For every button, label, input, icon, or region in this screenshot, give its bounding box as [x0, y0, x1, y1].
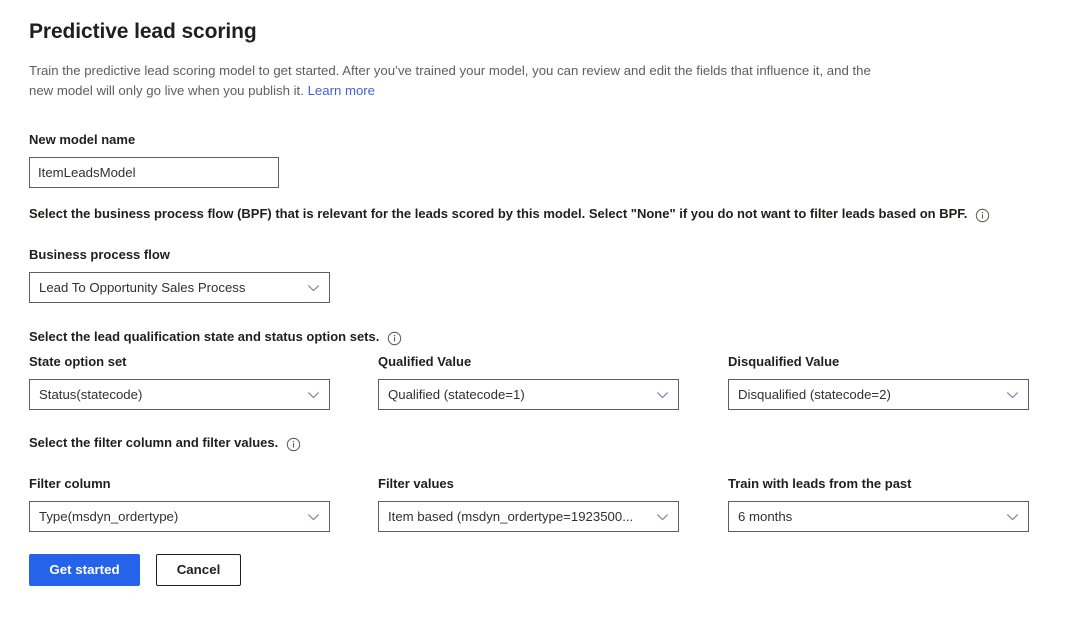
state-option-set-label: State option set — [29, 354, 127, 369]
info-icon[interactable] — [387, 331, 402, 346]
chevron-down-icon — [656, 388, 669, 401]
action-buttons: Get started Cancel — [29, 554, 241, 586]
business-process-flow-value: Lead To Opportunity Sales Process — [39, 280, 246, 295]
qualified-value-value: Qualified (statecode=1) — [388, 387, 525, 402]
business-process-flow-dropdown[interactable]: Lead To Opportunity Sales Process — [29, 272, 330, 303]
qualified-value-field-group: Qualified Value Qualified (statecode=1) — [378, 354, 679, 410]
disqualified-value-field-group: Disqualified Value Disqualified (stateco… — [728, 354, 1029, 410]
filter-values-label: Filter values — [378, 476, 454, 491]
qualification-note-text: Select the lead qualification state and … — [29, 329, 380, 344]
filter-note-text: Select the filter column and filter valu… — [29, 435, 279, 450]
model-name-label: New model name — [29, 132, 136, 147]
state-option-set-value: Status(statecode) — [39, 387, 143, 402]
page-description: Train the predictive lead scoring model … — [29, 61, 889, 101]
business-process-flow-field-group: Business process flow Lead To Opportunit… — [29, 247, 330, 303]
qualified-value-dropdown[interactable]: Qualified (statecode=1) — [378, 379, 679, 410]
train-window-dropdown[interactable]: 6 months — [728, 501, 1029, 532]
filter-values-value: Item based (msdyn_ordertype=1923500... — [388, 509, 634, 524]
chevron-down-icon — [307, 281, 320, 294]
page-title: Predictive lead scoring — [29, 20, 257, 43]
state-option-set-dropdown[interactable]: Status(statecode) — [29, 379, 330, 410]
chevron-down-icon — [1006, 510, 1019, 523]
state-option-set-field-group: State option set Status(statecode) — [29, 354, 330, 410]
qualification-section-note: Select the lead qualification state and … — [29, 328, 402, 346]
disqualified-value-value: Disqualified (statecode=2) — [738, 387, 891, 402]
train-window-field-group: Train with leads from the past 6 months — [728, 476, 1029, 532]
bpf-section-note: Select the business process flow (BPF) t… — [29, 205, 1039, 223]
model-name-input[interactable] — [29, 157, 279, 188]
chevron-down-icon — [307, 510, 320, 523]
learn-more-link[interactable]: Learn more — [308, 83, 375, 98]
get-started-button[interactable]: Get started — [29, 554, 140, 586]
chevron-down-icon — [1006, 388, 1019, 401]
filter-column-value: Type(msdyn_ordertype) — [39, 509, 179, 524]
train-window-value: 6 months — [738, 509, 793, 524]
predictive-lead-scoring-page: Predictive lead scoring Train the predic… — [0, 0, 1077, 622]
info-icon[interactable] — [286, 437, 301, 452]
filter-column-label: Filter column — [29, 476, 111, 491]
train-window-label: Train with leads from the past — [728, 476, 912, 491]
disqualified-value-dropdown[interactable]: Disqualified (statecode=2) — [728, 379, 1029, 410]
filter-column-dropdown[interactable]: Type(msdyn_ordertype) — [29, 501, 330, 532]
qualified-value-label: Qualified Value — [378, 354, 472, 369]
filter-section-note: Select the filter column and filter valu… — [29, 434, 301, 452]
filter-values-dropdown[interactable]: Item based (msdyn_ordertype=1923500... — [378, 501, 679, 532]
bpf-note-text: Select the business process flow (BPF) t… — [29, 206, 968, 221]
page-description-text: Train the predictive lead scoring model … — [29, 63, 871, 98]
chevron-down-icon — [307, 388, 320, 401]
disqualified-value-label: Disqualified Value — [728, 354, 840, 369]
model-name-field-group: New model name — [29, 132, 279, 188]
cancel-button[interactable]: Cancel — [156, 554, 241, 586]
business-process-flow-label: Business process flow — [29, 247, 170, 262]
info-icon[interactable] — [975, 208, 990, 223]
filter-values-field-group: Filter values Item based (msdyn_ordertyp… — [378, 476, 679, 532]
filter-column-field-group: Filter column Type(msdyn_ordertype) — [29, 476, 330, 532]
